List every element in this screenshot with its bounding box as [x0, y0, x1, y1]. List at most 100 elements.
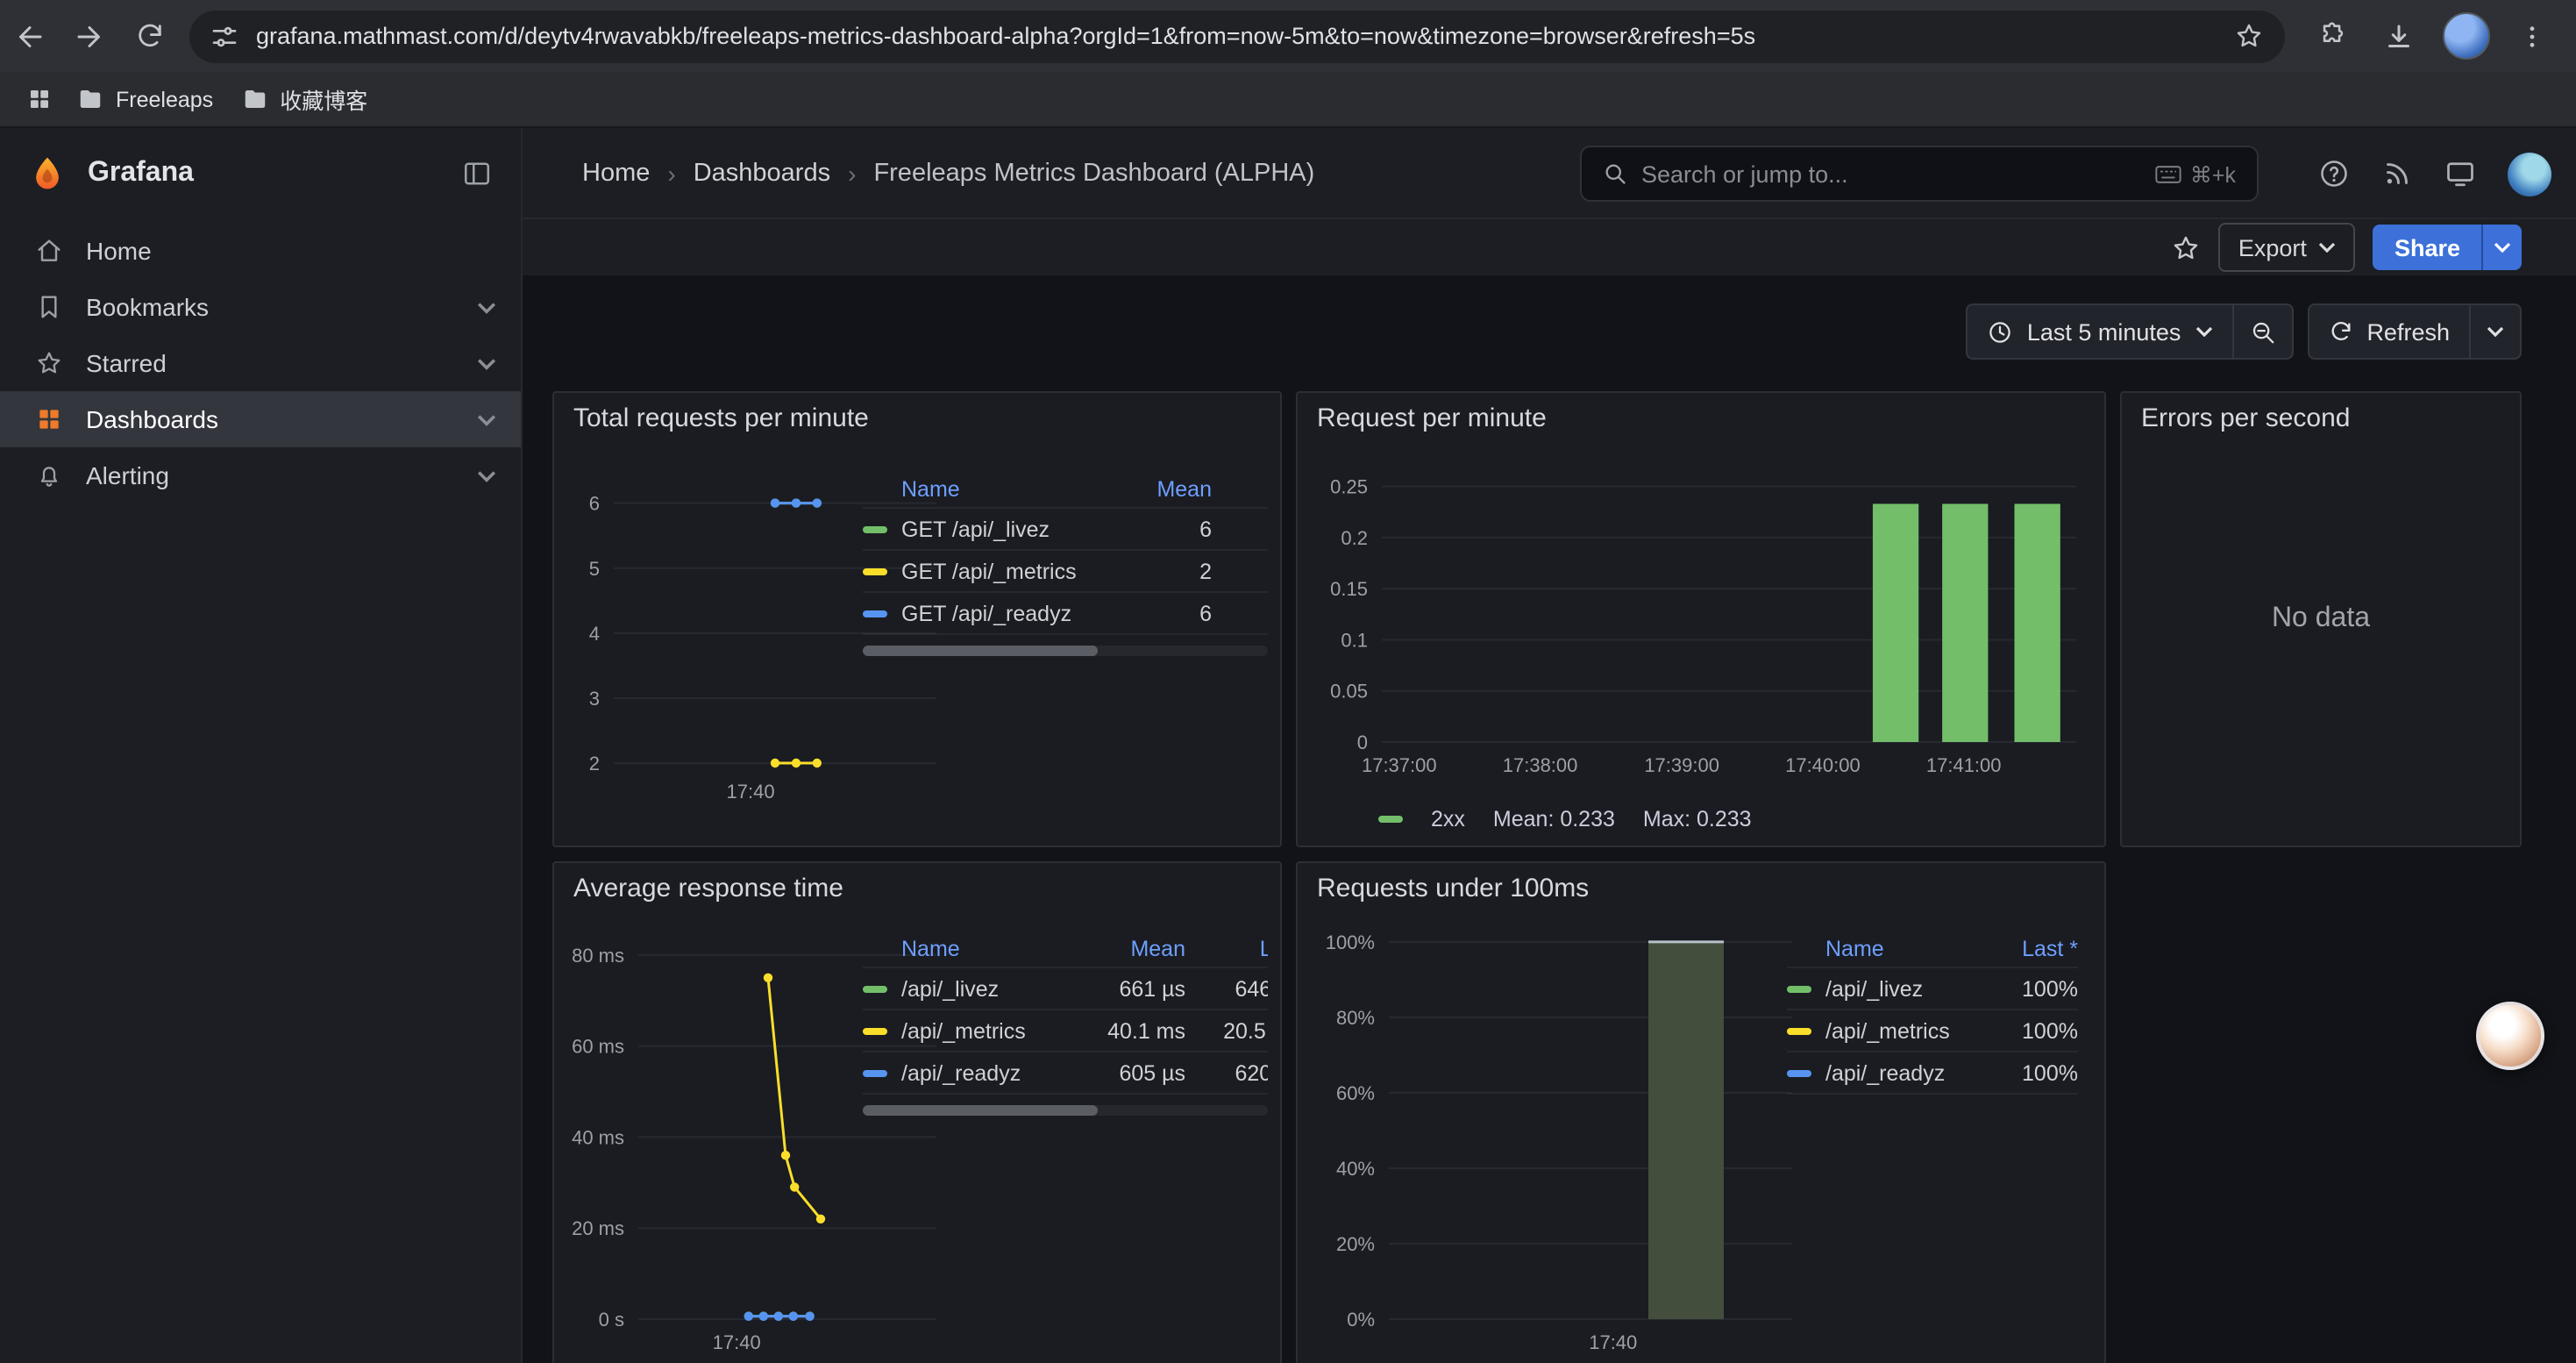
news-rss-icon[interactable] [2381, 158, 2413, 189]
search-input[interactable]: Search or jump to... ⌘+k [1580, 146, 2259, 202]
extensions-button[interactable] [2302, 6, 2362, 66]
folder-icon [241, 86, 267, 112]
favorite-star-button[interactable] [2172, 232, 2202, 262]
series-name[interactable]: GET /api/_metrics [901, 559, 1114, 583]
series-name[interactable]: /api/_livez [1825, 976, 1987, 1001]
sidebar-item-dashboards[interactable]: Dashboards [0, 391, 521, 447]
panel-title[interactable]: Total requests per minute [573, 403, 869, 433]
browser-toolbar: grafana.mathmast.com/d/deytv4rwavabkb/fr… [0, 0, 2576, 72]
panel-title[interactable]: Requests under 100ms [1317, 874, 1589, 903]
legend-column-header[interactable]: Name [901, 476, 1114, 501]
url-bar[interactable]: grafana.mathmast.com/d/deytv4rwavabkb/fr… [189, 10, 2285, 62]
legend-column-header[interactable]: Last * [1987, 936, 2078, 960]
kebab-menu-icon [2518, 22, 2546, 50]
series-name[interactable]: /api/_livez [901, 976, 1087, 1001]
forward-button[interactable] [60, 6, 119, 66]
panel-title[interactable]: Request per minute [1317, 403, 1547, 433]
search-icon [1603, 161, 1627, 186]
series-name[interactable]: 2xx [1431, 807, 1465, 831]
browser-profile-avatar [2442, 12, 2489, 60]
bookmark-star-icon[interactable] [2234, 21, 2264, 51]
breadcrumb-item-home[interactable]: Home [582, 159, 650, 187]
scrollbar-thumb[interactable] [863, 646, 1098, 656]
legend-column-header[interactable]: Mean [1087, 936, 1185, 960]
series-value: 646 µs [1210, 976, 1268, 1001]
series-stat: Max: 0.233 [1643, 807, 1752, 831]
series-name[interactable]: /api/_readyz [901, 1060, 1087, 1085]
chevron-down-icon[interactable] [477, 469, 496, 482]
chart-request-per-minute[interactable]: 0.250.20.150.10.05017:37:0017:38:0017:39… [1312, 456, 2094, 807]
svg-text:17:40: 17:40 [727, 781, 775, 803]
chevron-down-icon[interactable] [477, 301, 496, 313]
sidebar-item-starred[interactable]: Starred [0, 335, 521, 391]
share-dropdown-button[interactable] [2481, 225, 2522, 270]
chevron-down-icon [2487, 326, 2504, 337]
chevron-down-icon[interactable] [477, 357, 496, 369]
assistant-avatar[interactable] [2476, 1002, 2544, 1070]
svg-text:5: 5 [589, 558, 600, 580]
svg-text:17:39:00: 17:39:00 [1644, 754, 1719, 776]
zoom-out-button[interactable] [2231, 305, 2291, 358]
legend-row: /api/_readyz605 µs620 µs [863, 1053, 1268, 1095]
series-value: 6 [1114, 601, 1212, 625]
share-button[interactable]: Share [2373, 225, 2481, 270]
series-name[interactable]: GET /api/_livez [901, 517, 1114, 541]
bookmark-folder-blogs[interactable]: 收藏博客 [227, 78, 381, 120]
grafana-header: Home › Dashboards › Freeleaps Metrics Da… [523, 128, 2576, 219]
breadcrumb-item-dashboards[interactable]: Dashboards [694, 159, 830, 187]
svg-text:4: 4 [589, 623, 600, 645]
sidebar-item-bookmarks[interactable]: Bookmarks [0, 279, 521, 335]
refresh-interval-button[interactable] [2469, 305, 2520, 358]
apps-grid-button[interactable] [14, 75, 63, 124]
series-value: 100% [1987, 976, 2078, 1001]
keyboard-icon [2155, 164, 2181, 183]
sidebar-item-alerting[interactable]: Alerting [0, 447, 521, 503]
monitor-icon[interactable] [2444, 158, 2476, 189]
panel-title[interactable]: Average response time [573, 874, 843, 903]
svg-text:17:40: 17:40 [713, 1331, 761, 1353]
bell-icon [35, 461, 63, 489]
series-name[interactable]: /api/_metrics [1825, 1018, 1987, 1043]
panel-requests-under-100ms: Requests under 100ms 100%80%60%40%20%0%1… [1296, 861, 2106, 1363]
grafana-logo[interactable] [28, 154, 67, 193]
sidebar-collapse-button[interactable] [461, 158, 493, 189]
svg-text:80%: 80% [1336, 1007, 1375, 1029]
series-name[interactable]: GET /api/_readyz [901, 601, 1114, 625]
scrollbar-thumb[interactable] [863, 1105, 1098, 1116]
legend-column-header[interactable]: Mean [1114, 476, 1212, 501]
bookmark-folder-freeleaps[interactable]: Freeleaps [63, 78, 227, 120]
legend-column-header[interactable]: Name [1825, 936, 1987, 960]
bookmark-label: Freeleaps [116, 87, 213, 111]
series-name[interactable]: /api/_metrics [901, 1018, 1087, 1043]
zoom-out-icon [2249, 318, 2275, 345]
series-value: 605 µs [1087, 1060, 1185, 1085]
chart-requests-under-100ms[interactable]: 100%80%60%40%20%0%17:40 [1312, 923, 1803, 1363]
sidebar-item-home[interactable]: Home [0, 223, 521, 279]
back-button[interactable] [0, 6, 60, 66]
chevron-down-icon[interactable] [477, 413, 496, 425]
legend-column-header[interactable]: Last [1210, 936, 1268, 960]
legend-scrollbar[interactable] [863, 646, 1268, 656]
user-avatar[interactable] [2508, 152, 2551, 196]
legend-icon-spacer [1787, 945, 1811, 952]
time-range-button[interactable]: Last 5 minutes [1968, 305, 2232, 358]
application-window: grafana.mathmast.com/d/deytv4rwavabkb/fr… [0, 0, 2576, 1363]
legend-column-header[interactable]: Name [901, 936, 1087, 960]
legend-header: NameMean [863, 470, 1268, 509]
breadcrumb-separator: › [848, 159, 856, 187]
downloads-button[interactable] [2369, 6, 2429, 66]
reload-button[interactable] [119, 6, 179, 66]
series-name[interactable]: /api/_readyz [1825, 1060, 1987, 1085]
browser-menu-button[interactable] [2502, 6, 2562, 66]
site-info-icon[interactable] [210, 22, 238, 50]
grafana-shell: Grafana Home Bookmarks Starred [0, 128, 2576, 1363]
browser-profile-button[interactable] [2436, 6, 2495, 66]
help-icon[interactable] [2318, 158, 2350, 189]
legend-scrollbar[interactable] [863, 1105, 1268, 1116]
export-button[interactable]: Export [2219, 223, 2356, 272]
svg-text:60%: 60% [1336, 1082, 1375, 1104]
refresh-button[interactable]: Refresh [2309, 305, 2469, 358]
svg-text:17:37:00: 17:37:00 [1362, 754, 1437, 776]
series-value: 2 [1114, 559, 1212, 583]
legend-row: GET /api/_metrics2 [863, 551, 1268, 593]
